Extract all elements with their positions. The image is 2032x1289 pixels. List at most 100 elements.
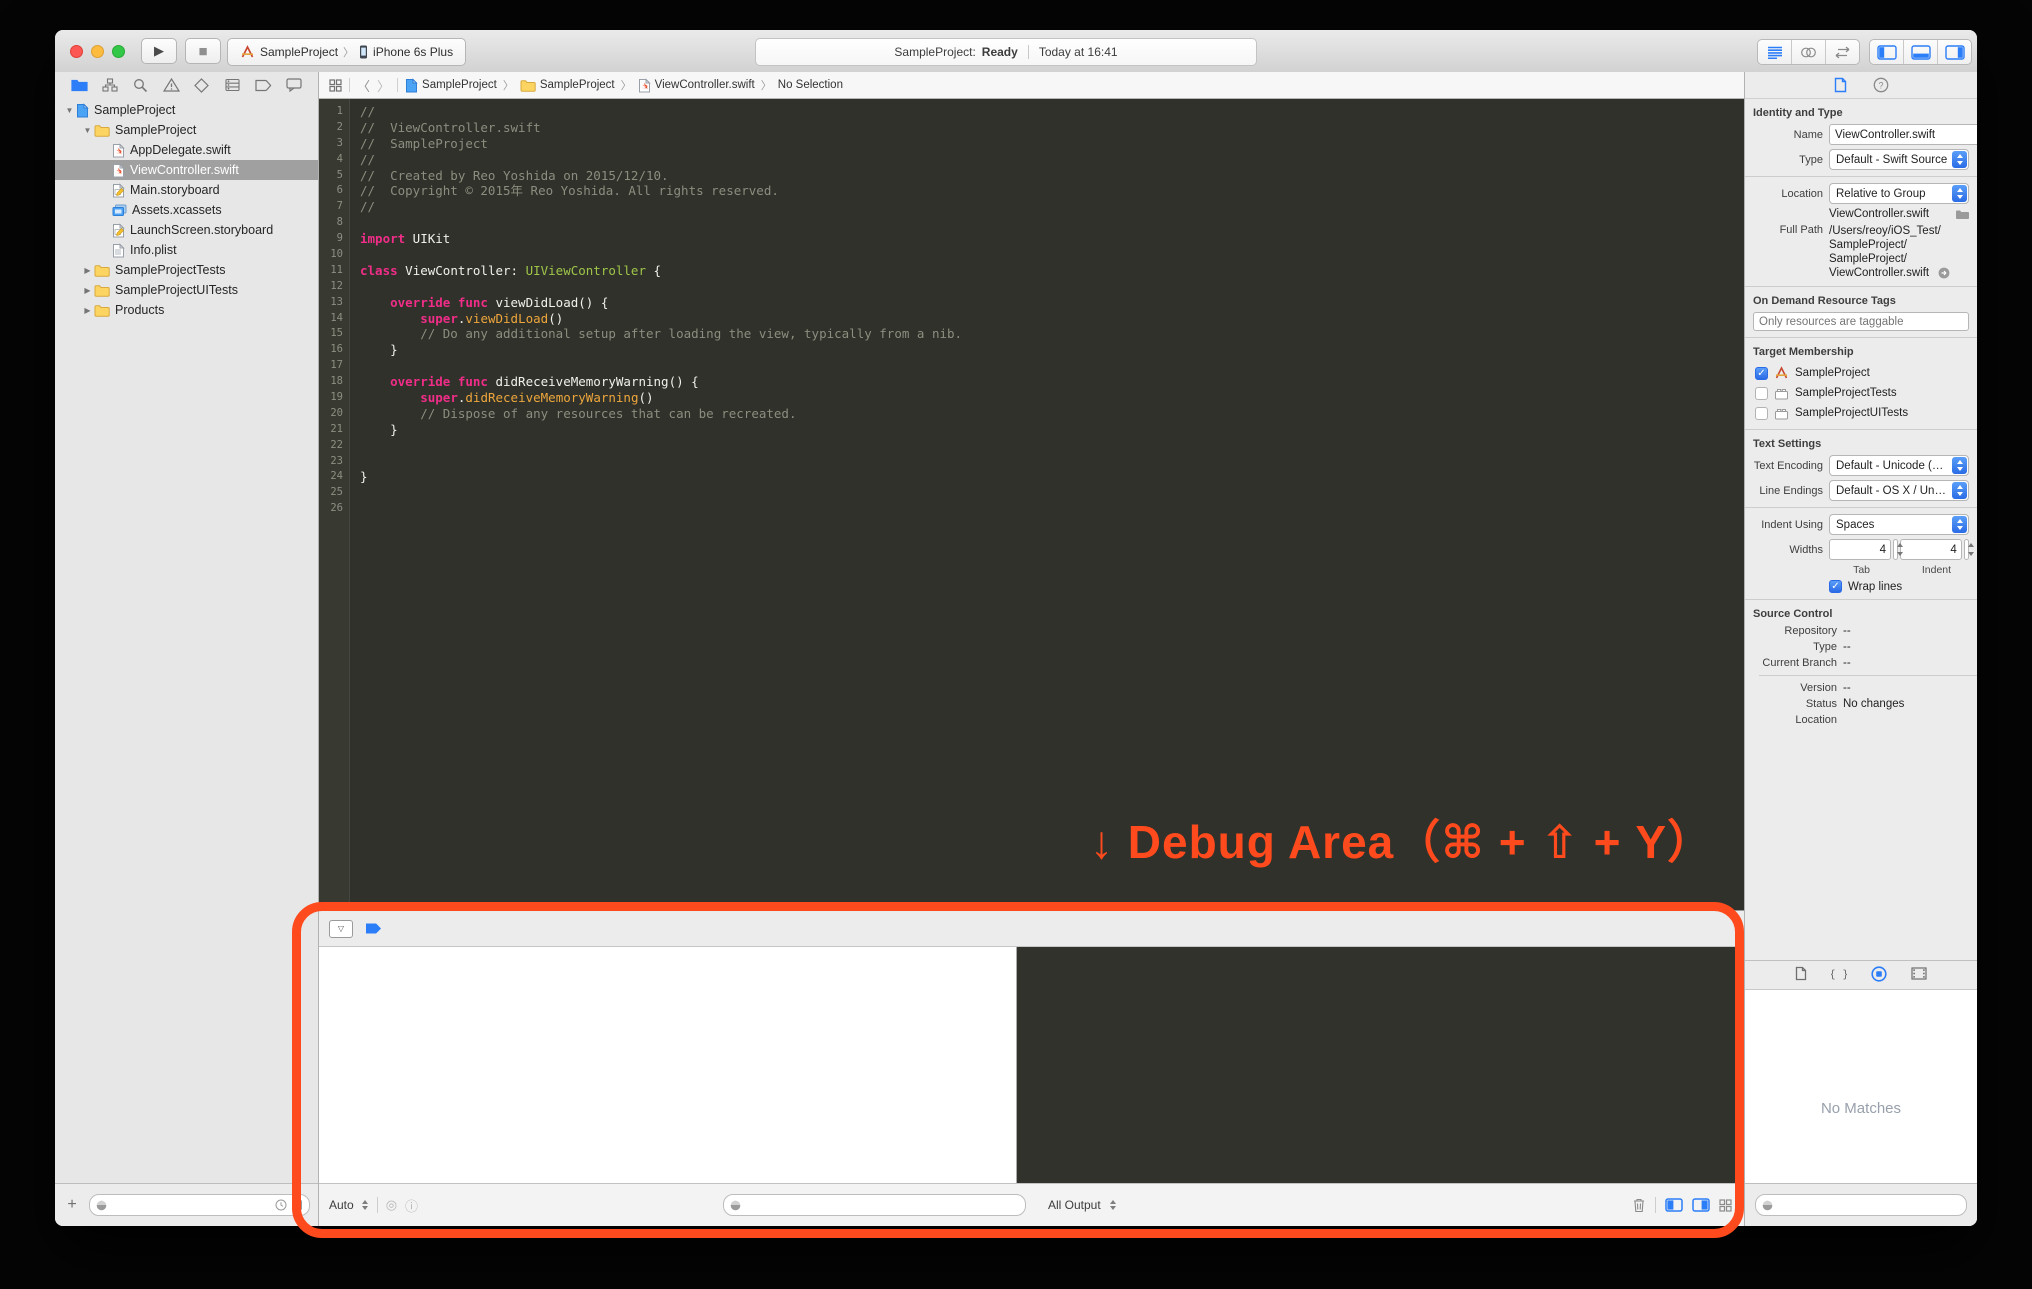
device-icon <box>359 45 368 59</box>
disclosure-triangle-icon[interactable]: ▶ <box>81 266 94 275</box>
tree-row[interactable]: ViewController.swift <box>55 160 318 180</box>
name-field[interactable] <box>1829 124 1977 145</box>
tree-row[interactable]: Main.storyboard <box>55 180 318 200</box>
sc-label: Status <box>1745 698 1837 710</box>
navigator-filter-field[interactable] <box>89 1194 310 1216</box>
tab-issue-navigator[interactable] <box>161 75 181 95</box>
indent-width-stepper[interactable] <box>1964 539 1969 560</box>
encoding-label: Text Encoding <box>1745 460 1823 472</box>
tab-media-library[interactable] <box>1911 967 1927 983</box>
console-view-toggle-icon[interactable] <box>1692 1198 1710 1212</box>
code-view[interactable]: //// ViewController.swift// SampleProjec… <box>350 99 1744 910</box>
section-title: On Demand Resource Tags <box>1753 295 1969 307</box>
line-number-gutter: 1234567891011121314151617181920212223242… <box>319 99 350 910</box>
breadcrumb-item[interactable]: No Selection <box>778 79 843 91</box>
location-popup[interactable]: Relative to Group <box>1829 183 1969 204</box>
wrap-lines-checkbox[interactable]: ✓ <box>1829 580 1842 593</box>
line-number: 1 <box>319 104 349 120</box>
tab-breakpoint-navigator[interactable] <box>253 75 273 95</box>
quick-help-icon[interactable]: ? <box>1873 77 1889 93</box>
tree-row[interactable]: ▶Products <box>55 300 318 320</box>
breadcrumb-item[interactable]: SampleProject <box>405 78 497 93</box>
navigator-toggle-button[interactable] <box>1870 40 1904 64</box>
library-tab-bar: { } <box>1745 961 1977 990</box>
object-library-icon <box>1871 966 1887 982</box>
assistant-editor-button[interactable] <box>1792 40 1826 64</box>
breakpoints-toggle-icon[interactable] <box>365 922 383 935</box>
tree-row[interactable]: LaunchScreen.storyboard <box>55 220 318 240</box>
code-line <box>360 279 1744 295</box>
file-inspector-icon[interactable] <box>1834 77 1847 93</box>
target-checkbox[interactable]: ✓ <box>1755 367 1768 380</box>
variables-view[interactable] <box>319 947 1017 1183</box>
resource-tags-field[interactable] <box>1753 312 1969 331</box>
open-path-arrow-icon[interactable] <box>1938 267 1950 279</box>
console-scope-popup[interactable]: All Output <box>1048 1198 1101 1212</box>
stop-button[interactable]: ■ <box>185 38 221 64</box>
minimize-button[interactable] <box>91 45 104 58</box>
section-title: Source Control <box>1753 608 1969 620</box>
breadcrumb-item[interactable]: SampleProject <box>520 79 615 92</box>
recent-files-clock-icon[interactable] <box>275 1199 287 1211</box>
info-icon[interactable]: ⓘ <box>405 1196 418 1215</box>
target-checkbox[interactable] <box>1755 387 1768 400</box>
add-file-button[interactable]: + <box>63 1196 81 1214</box>
indent-using-popup[interactable]: Spaces <box>1829 514 1969 535</box>
tree-row[interactable]: AppDelegate.swift <box>55 140 318 160</box>
tab-width-stepper[interactable] <box>1893 539 1898 560</box>
breadcrumb-item[interactable]: ViewController.swift <box>638 78 755 93</box>
tree-row[interactable]: ▶SampleProjectUITests <box>55 280 318 300</box>
hide-debug-area-button[interactable]: ▽ <box>329 920 353 938</box>
popup-stepper-icon <box>1952 457 1967 474</box>
disclosure-triangle-icon[interactable]: ▶ <box>81 286 94 295</box>
utilities-toggle-button[interactable] <box>1938 40 1971 64</box>
disclosure-triangle-icon[interactable]: ▶ <box>81 306 94 315</box>
console-view[interactable] <box>1017 947 1744 1183</box>
debug-layout-grid-icon[interactable] <box>1719 1199 1732 1212</box>
target-checkbox[interactable] <box>1755 407 1768 420</box>
tab-symbol-navigator[interactable] <box>100 75 120 95</box>
scheme-selector[interactable]: SampleProject 〉 iPhone 6s Plus <box>227 38 466 66</box>
forward-button[interactable]: 〉 <box>377 76 390 95</box>
flat-view-icon[interactable]: ◎ <box>386 1197 397 1213</box>
trash-icon[interactable] <box>1632 1197 1646 1213</box>
tab-find-navigator[interactable] <box>130 75 150 95</box>
library-filter-field[interactable] <box>1755 1194 1967 1216</box>
tree-row[interactable]: ▼SampleProject <box>55 100 318 120</box>
back-button[interactable]: 〈 <box>357 76 370 95</box>
tree-row[interactable]: ▼SampleProject <box>55 120 318 140</box>
variables-filter-field[interactable] <box>723 1194 1026 1216</box>
tree-row[interactable]: Info.plist <box>55 240 318 260</box>
line-number: 7 <box>319 199 349 215</box>
tab-snippet-library[interactable]: { } <box>1831 966 1847 984</box>
zoom-button[interactable] <box>112 45 125 58</box>
tab-file-template-library[interactable] <box>1795 966 1807 984</box>
tab-object-library[interactable] <box>1871 966 1887 985</box>
navigator-panel: ▼SampleProject▼SampleProjectAppDelegate.… <box>55 72 319 1226</box>
disclosure-triangle-icon[interactable]: ▼ <box>63 106 76 115</box>
encoding-popup[interactable]: Default - Unicode (UTF-8) <box>1829 455 1969 476</box>
run-button[interactable]: ▶ <box>141 38 177 64</box>
source-editor[interactable]: 1234567891011121314151617181920212223242… <box>319 99 1744 910</box>
indent-width-field[interactable] <box>1900 539 1962 560</box>
variables-view-toggle-icon[interactable] <box>1665 1198 1683 1212</box>
tree-row[interactable]: ▶SampleProjectTests <box>55 260 318 280</box>
unsaved-files-icon[interactable] <box>291 1199 303 1211</box>
tab-report-navigator[interactable] <box>284 75 304 95</box>
line-endings-popup[interactable]: Default - OS X / Unix (LF) <box>1829 480 1969 501</box>
related-items-icon[interactable] <box>329 79 342 92</box>
standard-editor-button[interactable] <box>1758 40 1792 64</box>
variables-scope-popup[interactable]: Auto <box>329 1198 354 1212</box>
type-popup[interactable]: Default - Swift Source <box>1829 149 1969 170</box>
tab-width-field[interactable] <box>1829 539 1891 560</box>
tree-row[interactable]: Assets.xcassets <box>55 200 318 220</box>
sc-value: -- <box>1843 682 1969 694</box>
tab-test-navigator[interactable] <box>192 75 212 95</box>
tab-project-navigator[interactable] <box>69 75 89 95</box>
choose-folder-icon[interactable] <box>1955 209 1969 220</box>
tab-debug-navigator[interactable] <box>223 75 243 95</box>
disclosure-triangle-icon[interactable]: ▼ <box>81 126 94 135</box>
close-button[interactable] <box>70 45 83 58</box>
version-editor-button[interactable] <box>1826 40 1859 64</box>
debug-area-toggle-button[interactable] <box>1904 40 1938 64</box>
